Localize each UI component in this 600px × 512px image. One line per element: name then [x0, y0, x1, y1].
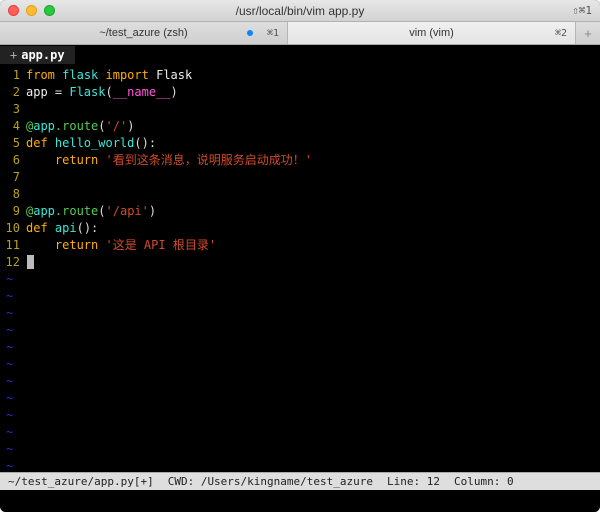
code-area[interactable]: 1from flask import Flask 2app = Flask(__… [0, 65, 600, 472]
code-line: return '这是 API 根目录' [26, 237, 216, 254]
tab-shortcut: ⌘1 [267, 28, 279, 39]
lineno: 6 [0, 152, 26, 169]
tab-shell[interactable]: ~/test_azure (zsh) ⌘1 [0, 22, 288, 44]
window-title: /usr/local/bin/vim app.py [0, 4, 600, 18]
code-line [26, 254, 34, 271]
traffic-lights [8, 5, 55, 16]
lineno: 7 [0, 169, 26, 186]
code-line: @app.route('/') [26, 118, 134, 135]
lineno: 11 [0, 237, 26, 254]
lineno: 10 [0, 220, 26, 237]
maximize-icon[interactable] [44, 5, 55, 16]
tilde-icon: ~ [0, 305, 600, 322]
tab-vim[interactable]: vim (vim) ⌘2 [288, 22, 576, 44]
unsaved-indicator-icon [247, 30, 253, 36]
cursor [27, 255, 34, 269]
code-line: def api(): [26, 220, 98, 237]
tilde-icon: ~ [0, 441, 600, 458]
lineno: 5 [0, 135, 26, 152]
tilde-icon: ~ [0, 339, 600, 356]
tilde-icon: ~ [0, 288, 600, 305]
code-line: return '看到这条消息，说明服务启动成功！' [26, 152, 312, 169]
code-line: def hello_world(): [26, 135, 156, 152]
empty-lines: ~ ~ ~ ~ ~ ~ ~ ~ ~ ~ ~ ~ [0, 271, 600, 472]
tilde-icon: ~ [0, 458, 600, 472]
command-line-area[interactable] [0, 490, 600, 512]
lineno: 12 [0, 254, 26, 271]
titlebar: /usr/local/bin/vim app.py ⇧⌘1 [0, 0, 600, 22]
tab-label: vim (vim) [409, 27, 454, 39]
vim-tab-filename: app.py [21, 48, 64, 62]
modified-marker: + [10, 48, 17, 62]
statusbar: ~/test_azure/app.py[+] CWD: /Users/kingn… [0, 472, 600, 490]
lineno: 4 [0, 118, 26, 135]
code-line: @app.route('/api') [26, 203, 156, 220]
tilde-icon: ~ [0, 390, 600, 407]
tab-shortcut: ⌘2 [555, 28, 567, 39]
status-path: ~/test_azure/app.py[+] [8, 475, 154, 488]
close-icon[interactable] [8, 5, 19, 16]
tilde-icon: ~ [0, 407, 600, 424]
tilde-icon: ~ [0, 322, 600, 339]
lineno: 2 [0, 84, 26, 101]
vim-tabline: + app.py [0, 45, 600, 65]
lineno: 8 [0, 186, 26, 203]
status-column: Column: 0 [454, 475, 514, 488]
tab-label: ~/test_azure (zsh) [99, 27, 187, 39]
status-cwd: CWD: /Users/kingname/test_azure [168, 475, 373, 488]
status-line: Line: 12 [387, 475, 440, 488]
tilde-icon: ~ [0, 271, 600, 288]
vim-tab[interactable]: + app.py [0, 46, 75, 64]
lineno: 9 [0, 203, 26, 220]
lineno: 1 [0, 67, 26, 84]
tabbar: ~/test_azure (zsh) ⌘1 vim (vim) ⌘2 + [0, 22, 600, 45]
terminal-window: /usr/local/bin/vim app.py ⇧⌘1 ~/test_azu… [0, 0, 600, 512]
add-tab-button[interactable]: + [576, 22, 600, 44]
titlebar-shortcut: ⇧⌘1 [572, 4, 592, 17]
tilde-icon: ~ [0, 373, 600, 390]
code-line: app = Flask(__name__) [26, 84, 178, 101]
code-line: from flask import Flask [26, 67, 192, 84]
lineno: 3 [0, 101, 26, 118]
tilde-icon: ~ [0, 424, 600, 441]
tilde-icon: ~ [0, 356, 600, 373]
minimize-icon[interactable] [26, 5, 37, 16]
